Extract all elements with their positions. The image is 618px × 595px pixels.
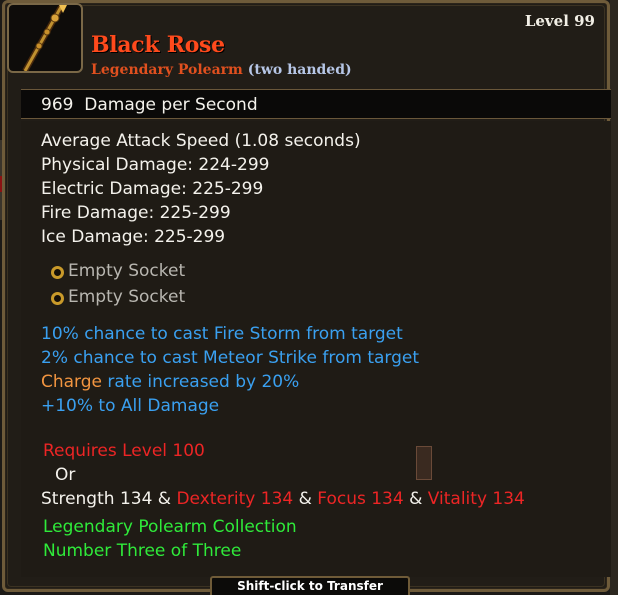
socket-slot[interactable]: Empty Socket: [51, 261, 185, 281]
set-collection: Legendary Polearm Collection: [43, 517, 297, 537]
transfer-hint[interactable]: Shift-click to Transfer: [210, 576, 410, 595]
electric-damage: Electric Damage: 225-299: [41, 179, 264, 199]
req-focus: Focus 134: [317, 489, 404, 509]
enchant-fire-storm: 10% chance to cast Fire Storm from targe…: [41, 324, 403, 344]
req-amp: &: [403, 489, 428, 509]
item-subtitle: Legendary Polearm (two handed): [91, 62, 352, 78]
enchant-all-damage: +10% to All Damage: [41, 396, 220, 416]
requirement-level: Requires Level 100: [43, 441, 205, 461]
item-type: Legendary Polearm: [91, 62, 243, 78]
charge-rate-text: rate increased by 20%: [102, 372, 300, 392]
dps-line: 969 Damage per Second: [41, 95, 258, 115]
ice-damage: Ice Damage: 225-299: [41, 227, 226, 247]
socket-icon: [51, 292, 64, 305]
enchant-meteor-strike: 2% chance to cast Meteor Strike from tar…: [41, 348, 420, 368]
item-level: Level 99: [524, 12, 595, 30]
req-strength: Strength 134: [41, 489, 153, 509]
polearm-icon: [22, 5, 67, 71]
enchant-charge-rate: Charge rate increased by 20%: [41, 372, 299, 392]
item-name: Black Rose: [91, 32, 225, 58]
socket-label: Empty Socket: [68, 261, 186, 281]
physical-damage: Physical Damage: 224-299: [41, 155, 270, 175]
item-handedness: (two handed): [247, 62, 352, 78]
dps-label: Damage per Second: [84, 95, 258, 115]
scroll-arrow[interactable]: [416, 446, 432, 480]
item-icon-frame: [7, 3, 83, 73]
socket-slot[interactable]: Empty Socket: [51, 287, 185, 307]
set-piece: Number Three of Three: [43, 541, 242, 561]
dps-value: 969: [41, 95, 74, 115]
requirement-or: Or: [55, 465, 76, 485]
req-vitality: Vitality 134: [427, 489, 525, 509]
dps-bar: 969 Damage per Second: [21, 89, 611, 119]
fire-damage: Fire Damage: 225-299: [41, 203, 231, 223]
requirement-attributes: Strength 134 & Dexterity 134 & Focus 134…: [41, 489, 525, 509]
charge-keyword: Charge: [41, 372, 103, 392]
socket-icon: [51, 266, 64, 279]
req-amp: &: [293, 489, 318, 509]
attack-speed: Average Attack Speed (1.08 seconds): [41, 131, 361, 151]
background-panel-right: [610, 0, 618, 595]
item-tooltip: 969 Damage per Second Level 99 Black Ros…: [2, 0, 611, 592]
req-amp: &: [152, 489, 177, 509]
req-dexterity: Dexterity 134: [176, 489, 294, 509]
socket-label: Empty Socket: [68, 287, 186, 307]
